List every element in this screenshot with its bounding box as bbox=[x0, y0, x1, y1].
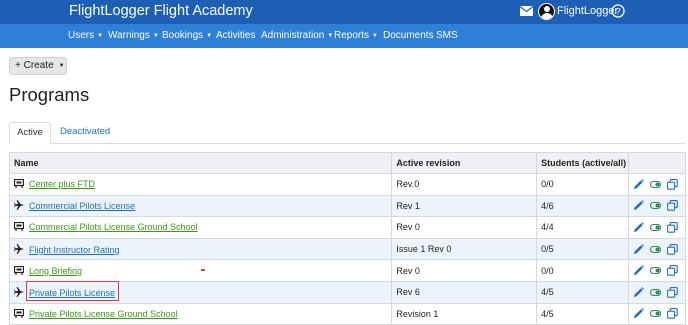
program-name-cell: Commercial Pilots License bbox=[8, 194, 393, 218]
toggle-icon[interactable] bbox=[649, 244, 662, 255]
copy-icon[interactable] bbox=[667, 308, 678, 320]
toggle-icon[interactable] bbox=[649, 308, 662, 319]
program-link[interactable]: Long Briefing bbox=[29, 266, 82, 276]
tabs-divider bbox=[9, 143, 686, 144]
copy-icon[interactable] bbox=[667, 265, 678, 276]
table-row: Flight Instructor Rating Issue 1 Rev 0 0/5 bbox=[8, 237, 687, 261]
toggle-icon[interactable] bbox=[649, 265, 662, 276]
highlight-annotation bbox=[26, 281, 119, 301]
actions-cell bbox=[627, 280, 687, 304]
nav-administration[interactable]: Administration ▼ bbox=[261, 30, 333, 41]
program-name-cell: Commercial Pilots License Ground School bbox=[8, 216, 393, 239]
airplane-icon bbox=[14, 243, 24, 254]
tab-deactivated[interactable]: Deactivated bbox=[60, 122, 110, 144]
toggle-icon[interactable] bbox=[649, 179, 662, 190]
program-name-cell: Flight Instructor Rating bbox=[8, 237, 393, 261]
main-nav: Users ▼ Warnings ▼ Bookings ▼ Activities Ad… bbox=[0, 24, 688, 48]
help-icon[interactable]: ? bbox=[611, 4, 625, 18]
students-cell: 4/5 bbox=[536, 280, 629, 304]
simulator-icon bbox=[13, 308, 25, 318]
students-cell: 0/5 bbox=[536, 237, 629, 261]
students-cell: 4/4 bbox=[536, 216, 629, 239]
students-cell: 0/0 bbox=[536, 259, 629, 282]
program-name-cell: Private Pilots License Ground School bbox=[8, 302, 393, 325]
airplane-icon bbox=[14, 286, 24, 297]
actions-cell bbox=[627, 194, 687, 218]
simulator-icon bbox=[13, 265, 25, 275]
program-link[interactable]: Private Pilots License Ground School bbox=[29, 309, 178, 319]
program-name-cell: Long Briefing bbox=[8, 259, 393, 282]
brand-title[interactable]: FlightLogger Flight Academy bbox=[69, 3, 253, 19]
program-link[interactable]: Center plus FTD bbox=[29, 179, 95, 189]
copy-icon[interactable] bbox=[667, 286, 678, 298]
toggle-icon[interactable] bbox=[649, 222, 662, 233]
top-header: FlightLogger Flight Academy FlightLogger… bbox=[0, 0, 688, 24]
edit-icon[interactable] bbox=[633, 308, 644, 319]
edit-icon[interactable] bbox=[633, 243, 644, 255]
copy-icon[interactable] bbox=[667, 243, 678, 255]
column-header-students[interactable]: Students (active/all) bbox=[536, 152, 629, 174]
column-header-actions bbox=[627, 152, 687, 174]
edit-icon[interactable] bbox=[633, 286, 644, 298]
revision-cell: Rev 0 bbox=[391, 259, 538, 282]
revision-cell: Issue 1 Rev 0 bbox=[391, 237, 538, 261]
program-link[interactable]: Commercial Pilots License bbox=[29, 201, 135, 211]
edit-icon[interactable] bbox=[633, 222, 644, 233]
revision-cell: Rev.0 bbox=[391, 173, 538, 196]
column-header-name[interactable]: Name bbox=[8, 152, 393, 174]
table-row: Center plus FTD Rev.0 0/0 bbox=[8, 173, 687, 196]
toggle-icon[interactable] bbox=[649, 287, 662, 298]
nav-reports[interactable]: Reports ▼ bbox=[334, 30, 378, 41]
table-row: Commercial Pilots License Ground School R… bbox=[8, 216, 687, 239]
simulator-icon bbox=[13, 222, 25, 232]
page-title: Programs bbox=[9, 84, 90, 105]
table-row: Commercial Pilots License Rev 1 4/6 bbox=[8, 194, 687, 218]
table-header-row: Name Active revision Students (active/al… bbox=[8, 152, 687, 174]
copy-icon[interactable] bbox=[667, 222, 678, 233]
edit-icon[interactable] bbox=[633, 200, 644, 211]
edit-icon[interactable] bbox=[633, 178, 644, 190]
nav-bookings[interactable]: Bookings ▼ bbox=[162, 30, 212, 41]
nav-sms[interactable]: SMS bbox=[436, 30, 458, 41]
copy-icon[interactable] bbox=[667, 200, 678, 212]
create-button[interactable]: + Create ▼ bbox=[9, 57, 67, 75]
tab-active[interactable]: Active bbox=[9, 122, 51, 144]
nav-warnings[interactable]: Warnings ▼ bbox=[108, 30, 159, 41]
user-name[interactable]: FlightLogger bbox=[557, 5, 618, 17]
nav-activities[interactable]: Activities bbox=[216, 30, 255, 41]
avatar[interactable] bbox=[538, 3, 555, 20]
students-cell: 0/0 bbox=[536, 173, 629, 196]
actions-cell bbox=[627, 237, 687, 261]
table-row: Long Briefing Rev 0 0/0 bbox=[8, 259, 687, 282]
revision-cell: Rev 6 bbox=[391, 280, 538, 304]
program-link[interactable]: Commercial Pilots License Ground School bbox=[29, 222, 198, 232]
revision-cell: Rev 1 bbox=[391, 194, 538, 218]
nav-users[interactable]: Users ▼ bbox=[68, 30, 103, 41]
nav-documents[interactable]: Documents bbox=[383, 30, 434, 41]
students-cell: 4/6 bbox=[536, 194, 629, 218]
actions-cell bbox=[627, 302, 687, 325]
column-header-revision[interactable]: Active revision bbox=[391, 152, 538, 174]
copy-icon[interactable] bbox=[667, 178, 678, 190]
actions-cell bbox=[627, 216, 687, 239]
toggle-icon[interactable] bbox=[649, 200, 662, 211]
table-row: Private Pilots License Ground School Revi… bbox=[8, 302, 687, 325]
annotation-mark bbox=[201, 269, 205, 271]
actions-cell bbox=[627, 173, 687, 196]
create-button-label: + Create bbox=[15, 60, 54, 71]
airplane-icon bbox=[14, 200, 24, 211]
simulator-icon bbox=[13, 179, 25, 189]
edit-icon[interactable] bbox=[633, 265, 644, 276]
revision-cell: Revision 1 bbox=[391, 302, 538, 325]
actions-cell bbox=[627, 259, 687, 282]
program-name-cell: Center plus FTD bbox=[8, 173, 393, 196]
mail-icon[interactable] bbox=[520, 6, 533, 16]
program-link[interactable]: Flight Instructor Rating bbox=[29, 245, 120, 255]
students-cell: 4/5 bbox=[536, 302, 629, 325]
revision-cell: Rev 0 bbox=[391, 216, 538, 239]
svg-text:?: ? bbox=[615, 7, 620, 17]
